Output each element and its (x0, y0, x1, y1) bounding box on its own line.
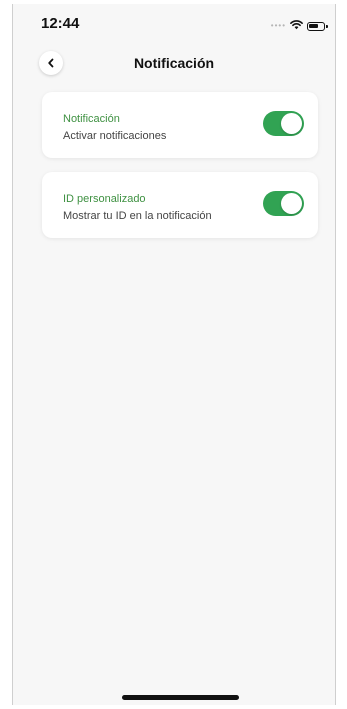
notification-setting-card: Notificación Activar notificaciones (42, 92, 318, 158)
wifi-icon (290, 17, 303, 35)
setting-title: Notificación (63, 113, 120, 125)
notification-toggle[interactable] (263, 111, 304, 136)
signal-dots-icon: •••• (270, 21, 286, 30)
nav-bar: Notificación (13, 44, 335, 84)
setting-subtitle: Activar notificaciones (63, 130, 167, 142)
toggle-knob (281, 193, 302, 214)
status-icons: •••• (270, 17, 328, 35)
app-screen: 12:44 •••• Notificación Notificación Act… (12, 4, 336, 705)
custom-id-setting-card: ID personalizado Mostrar tu ID en la not… (42, 172, 318, 238)
battery-icon (307, 21, 328, 31)
status-time: 12:44 (41, 15, 80, 32)
toggle-knob (281, 113, 302, 134)
setting-title: ID personalizado (63, 193, 146, 205)
custom-id-toggle[interactable] (263, 191, 304, 216)
home-indicator (122, 695, 239, 700)
status-bar: 12:44 •••• (13, 4, 335, 44)
setting-subtitle: Mostrar tu ID en la notificación (63, 210, 212, 222)
page-title: Notificación (133, 55, 215, 71)
